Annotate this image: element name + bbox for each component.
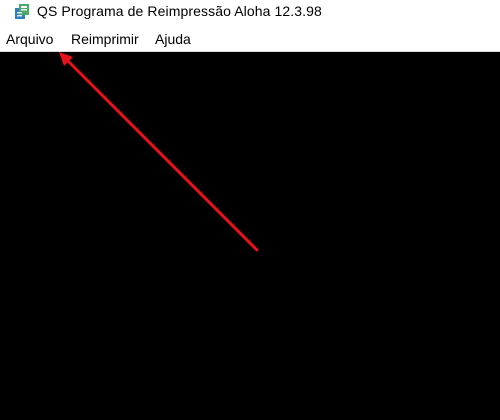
app-window: QS Programa de Reimpressão Aloha 12.3.98… xyxy=(0,0,500,420)
menu-bar: Arquivo Reimprimir Ajuda xyxy=(0,27,500,52)
menu-ajuda[interactable]: Ajuda xyxy=(155,31,191,47)
menu-arquivo[interactable]: Arquivo xyxy=(6,31,53,47)
title-bar: QS Programa de Reimpressão Aloha 12.3.98 xyxy=(0,0,500,26)
window-title: QS Programa de Reimpressão Aloha 12.3.98 xyxy=(37,3,322,19)
content-area xyxy=(0,52,500,420)
app-icon xyxy=(14,3,30,20)
menu-reimprimir[interactable]: Reimprimir xyxy=(71,31,139,47)
